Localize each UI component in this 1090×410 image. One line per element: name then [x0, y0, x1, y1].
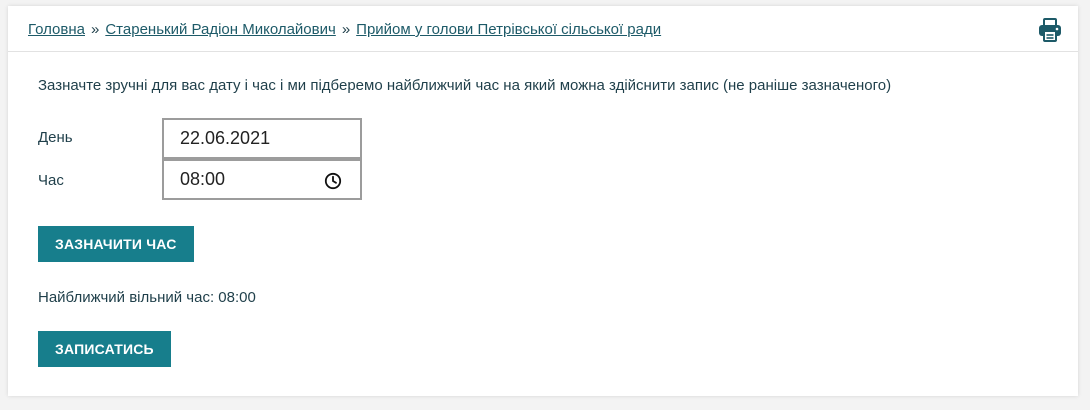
breadcrumb-separator: »	[341, 21, 351, 38]
breadcrumb-separator: »	[91, 21, 100, 38]
clock-icon[interactable]	[324, 172, 342, 190]
form-intro-text: Зазначте зручні для вас дату і час і ми …	[38, 77, 892, 94]
time-input[interactable]: 08:00	[162, 159, 362, 200]
breadcrumb-person-link[interactable]: Старенький Радіон Миколайович	[105, 21, 335, 38]
breadcrumb-reception-link[interactable]: Прийом у голови Петрівської сільської ра…	[356, 21, 661, 38]
date-input[interactable]: 22.06.2021	[162, 118, 362, 159]
day-label: День	[38, 129, 73, 146]
mark-time-button[interactable]: ЗАЗНАЧИТИ ЧАС	[38, 226, 194, 262]
signup-button[interactable]: ЗАПИСАТИСЬ	[38, 331, 171, 367]
breadcrumb-bar: Головна » Старенький Радіон Миколайович » Пр…	[8, 6, 1078, 52]
time-value: 08:00	[180, 169, 226, 189]
appointment-card: Головна » Старенький Радіон Миколайович » Пр…	[8, 6, 1078, 396]
breadcrumb-home-link[interactable]: Головна	[28, 21, 85, 38]
printer-icon[interactable]	[1036, 16, 1064, 44]
breadcrumb: Головна » Старенький Радіон Миколайович » Пр…	[28, 21, 661, 38]
nearest-time-text: Найближчий вільний час: 08:00	[38, 289, 256, 306]
date-value: 22.06.2021	[180, 128, 271, 148]
time-label: Час	[38, 172, 64, 189]
